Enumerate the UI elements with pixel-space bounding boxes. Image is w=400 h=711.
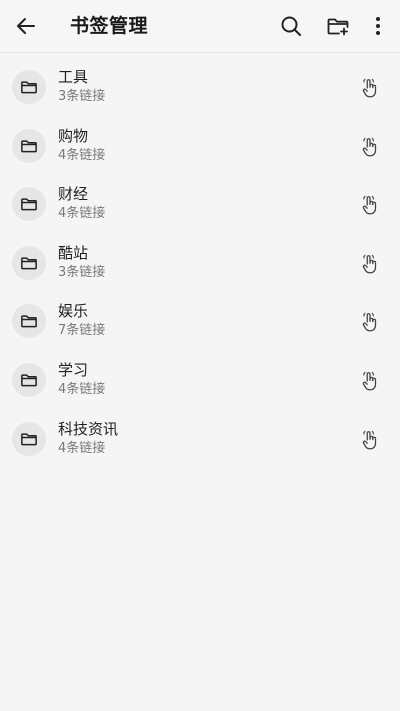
folder-plus-icon bbox=[327, 18, 349, 36]
folder-name: 娱乐 bbox=[58, 302, 89, 321]
folder-icon bbox=[21, 81, 37, 94]
folder-name: 酷站 bbox=[58, 243, 89, 262]
folder-list: 工具 3条链接 购物 4条链接 财经 4条链接 酷站 3条链接 娱乐 7条链接 … bbox=[0, 58, 400, 468]
folder-link-count: 4条链接 bbox=[58, 147, 106, 163]
folder-list-item[interactable]: 财经 4条链接 bbox=[0, 175, 400, 234]
folder-link-count: 4条链接 bbox=[58, 206, 106, 222]
folder-avatar bbox=[12, 421, 46, 456]
folder-list-item[interactable]: 购物 4条链接 bbox=[0, 117, 400, 176]
folder-name: 科技资讯 bbox=[58, 419, 119, 438]
hand-pointer-icon bbox=[362, 313, 377, 332]
drag-handle-button[interactable] bbox=[354, 306, 386, 338]
folder-list-item[interactable]: 工具 3条链接 bbox=[0, 58, 400, 117]
drag-handle-button[interactable] bbox=[354, 131, 386, 163]
hand-pointer-icon bbox=[362, 430, 377, 449]
drag-handle-button[interactable] bbox=[354, 72, 386, 104]
search-button[interactable] bbox=[272, 6, 310, 46]
drag-handle-button[interactable] bbox=[354, 424, 386, 456]
folder-icon bbox=[21, 198, 37, 211]
top-toolbar: 书签管理 bbox=[0, 0, 400, 53]
folder-name: 购物 bbox=[58, 126, 89, 145]
folder-name: 工具 bbox=[58, 68, 89, 86]
folder-list-item[interactable]: 酷站 3条链接 bbox=[0, 234, 400, 293]
more-vertical-icon bbox=[376, 17, 380, 35]
folder-avatar bbox=[12, 304, 46, 339]
folder-name: 学习 bbox=[58, 360, 89, 379]
hand-pointer-icon bbox=[362, 371, 377, 391]
search-icon bbox=[281, 16, 301, 36]
folder-icon bbox=[21, 432, 37, 445]
hand-pointer-icon bbox=[362, 195, 377, 215]
folder-icon bbox=[21, 257, 37, 270]
arrow-left-icon bbox=[17, 18, 35, 34]
folder-avatar bbox=[12, 70, 46, 104]
drag-handle-button[interactable] bbox=[354, 189, 386, 221]
back-button[interactable] bbox=[6, 6, 46, 46]
hand-pointer-icon bbox=[362, 254, 377, 274]
folder-icon bbox=[21, 315, 37, 328]
folder-list-item[interactable]: 学习 4条链接 bbox=[0, 351, 400, 410]
folder-link-count: 3条链接 bbox=[58, 89, 106, 104]
folder-avatar bbox=[12, 362, 46, 397]
folder-list-item[interactable]: 科技资讯 4条链接 bbox=[0, 410, 400, 469]
folder-avatar bbox=[12, 128, 46, 163]
folder-link-count: 4条链接 bbox=[58, 440, 106, 456]
folder-link-count: 3条链接 bbox=[58, 264, 106, 280]
folder-avatar bbox=[12, 187, 46, 222]
bookmark-manager-screen: 书签管理 工具 3条链接 购物 4条链接 财经 4条链接 酷站 3条链接 娱乐 … bbox=[0, 0, 400, 711]
folder-link-count: 7条链接 bbox=[58, 323, 106, 339]
folder-icon bbox=[21, 139, 37, 152]
more-options-button[interactable] bbox=[362, 6, 394, 46]
drag-handle-button[interactable] bbox=[354, 365, 386, 397]
hand-pointer-icon bbox=[362, 137, 377, 156]
hand-pointer-icon bbox=[362, 78, 377, 98]
folder-avatar bbox=[12, 245, 46, 280]
folder-list-item[interactable]: 娱乐 7条链接 bbox=[0, 292, 400, 351]
new-folder-button[interactable] bbox=[318, 6, 358, 46]
folder-name: 财经 bbox=[58, 185, 89, 204]
drag-handle-button[interactable] bbox=[354, 248, 386, 280]
page-title: 书签管理 bbox=[70, 15, 149, 37]
folder-icon bbox=[21, 374, 37, 387]
folder-link-count: 4条链接 bbox=[58, 381, 106, 397]
